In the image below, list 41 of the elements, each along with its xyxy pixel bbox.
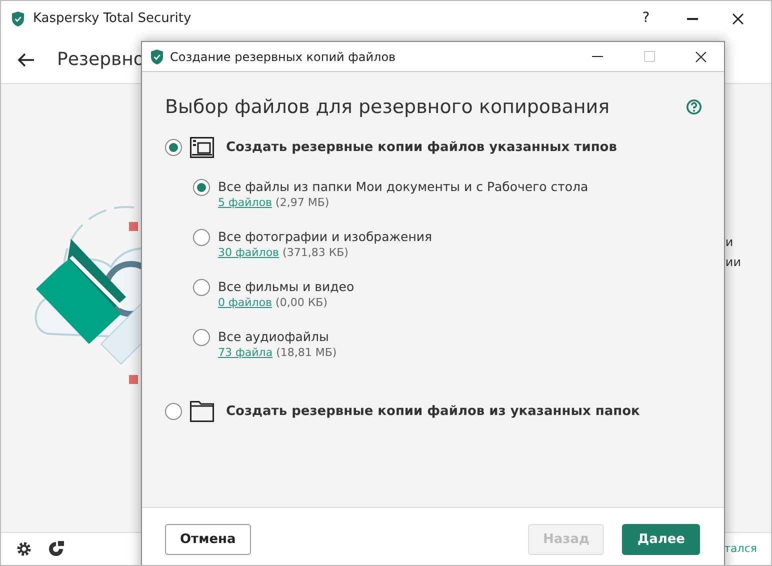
dialog-heading: Выбор файлов для резервного копирования xyxy=(165,96,610,119)
file-count-link[interactable]: 30 файлов xyxy=(218,246,280,259)
option-label: Все файлы из папки Мои документы и с Рабочего стола xyxy=(218,178,588,195)
bottom-link[interactable]: тался xyxy=(724,540,757,558)
radio-button[interactable] xyxy=(193,278,210,296)
file-size-text: (2,97 МБ) xyxy=(276,196,330,209)
radio-button[interactable] xyxy=(193,178,210,196)
radio-button[interactable] xyxy=(193,328,210,346)
window-title: Kaspersky Total Security xyxy=(33,10,192,28)
help-button[interactable]: ? xyxy=(623,8,669,29)
file-size-text: (371,83 КБ) xyxy=(282,246,348,259)
next-button[interactable]: Далее xyxy=(622,524,700,555)
dialog-title: Создание резервных копий файлов xyxy=(170,48,396,66)
radio-button[interactable] xyxy=(165,138,182,156)
option-label: Все фильмы и видео xyxy=(218,278,354,295)
settings-icon[interactable] xyxy=(15,540,33,558)
maximize-icon xyxy=(644,51,654,62)
file-size-text: (0,00 КБ) xyxy=(276,296,328,309)
shield-logo-icon xyxy=(11,10,25,26)
close-icon[interactable] xyxy=(695,50,707,62)
file-size-text: (18,81 МБ) xyxy=(276,346,337,359)
file-count-link[interactable]: 0 файлов xyxy=(218,296,272,309)
help-icon[interactable] xyxy=(686,99,702,116)
background-text: и xyxy=(725,234,734,251)
cancel-button[interactable]: Отмена xyxy=(165,524,251,555)
support-icon[interactable] xyxy=(47,540,65,558)
background-text: ии xyxy=(725,254,741,271)
close-icon[interactable] xyxy=(732,12,744,24)
shield-logo-icon xyxy=(150,48,164,64)
option-label: Все фотографии и изображения xyxy=(218,228,432,245)
radio-button[interactable] xyxy=(165,402,182,420)
option-label: Создать резервные копии файлов указанных типов xyxy=(226,138,617,157)
file-types-icon xyxy=(190,136,214,158)
option-label: Создать резервные копии файлов из указанных папок xyxy=(226,402,640,421)
back-arrow-icon[interactable] xyxy=(17,52,35,68)
radio-button[interactable] xyxy=(193,228,210,246)
file-count-link[interactable]: 5 файлов xyxy=(218,196,272,209)
folder-icon xyxy=(190,400,214,422)
option-label: Все аудиофайлы xyxy=(218,328,330,345)
page-title: Резервно xyxy=(57,48,144,72)
file-count-link[interactable]: 73 файла xyxy=(218,346,273,359)
